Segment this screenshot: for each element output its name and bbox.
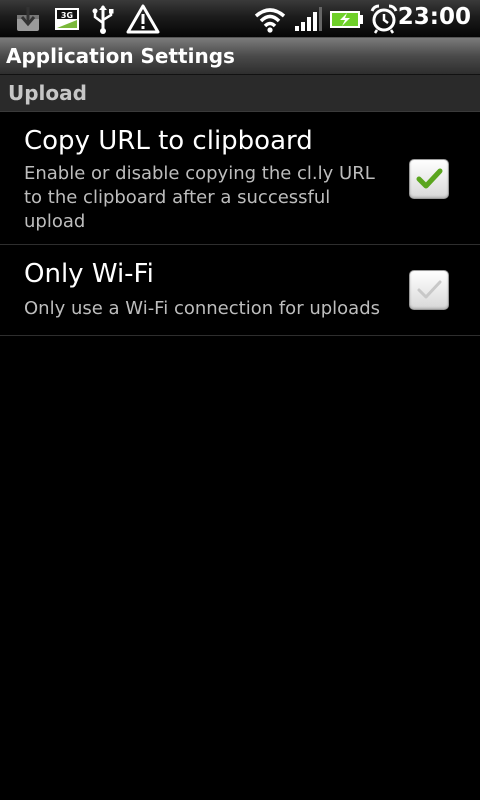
signal-icon [294,3,322,35]
warning-icon [126,3,160,35]
download-icon [14,3,42,35]
copy-url-checkbox[interactable] [409,159,449,199]
alarm-icon [369,3,399,35]
checkmark-icon [416,168,443,189]
pref-title: Only Wi-Fi [24,259,154,289]
checkmark-icon [417,280,442,299]
pref-only-wifi[interactable]: Only Wi-Fi Only use a Wi-Fi connection f… [0,245,480,336]
pref-summary: Enable or disable copying the cl.ly URL … [24,163,375,232]
pref-summary: Only use a Wi-Fi connection for uploads [24,298,381,319]
category-header-upload: Upload [0,75,480,112]
usb-icon [89,3,117,35]
page-title: Application Settings [6,44,235,68]
status-clock: 23:00 [397,4,471,30]
status-bar: 3G 23:00 [0,0,480,38]
pref-copy-url[interactable]: Copy URL to clipboard Enable or disable … [0,112,480,245]
pref-title: Copy URL to clipboard [24,126,313,156]
category-label: Upload [8,81,87,105]
wifi-icon [254,3,286,35]
battery-charging-icon [329,3,365,35]
title-bar: Application Settings [0,38,480,75]
network-badge: 3G [61,11,73,20]
only-wifi-checkbox[interactable] [409,270,449,310]
network-3g-icon: 3G [54,3,80,35]
